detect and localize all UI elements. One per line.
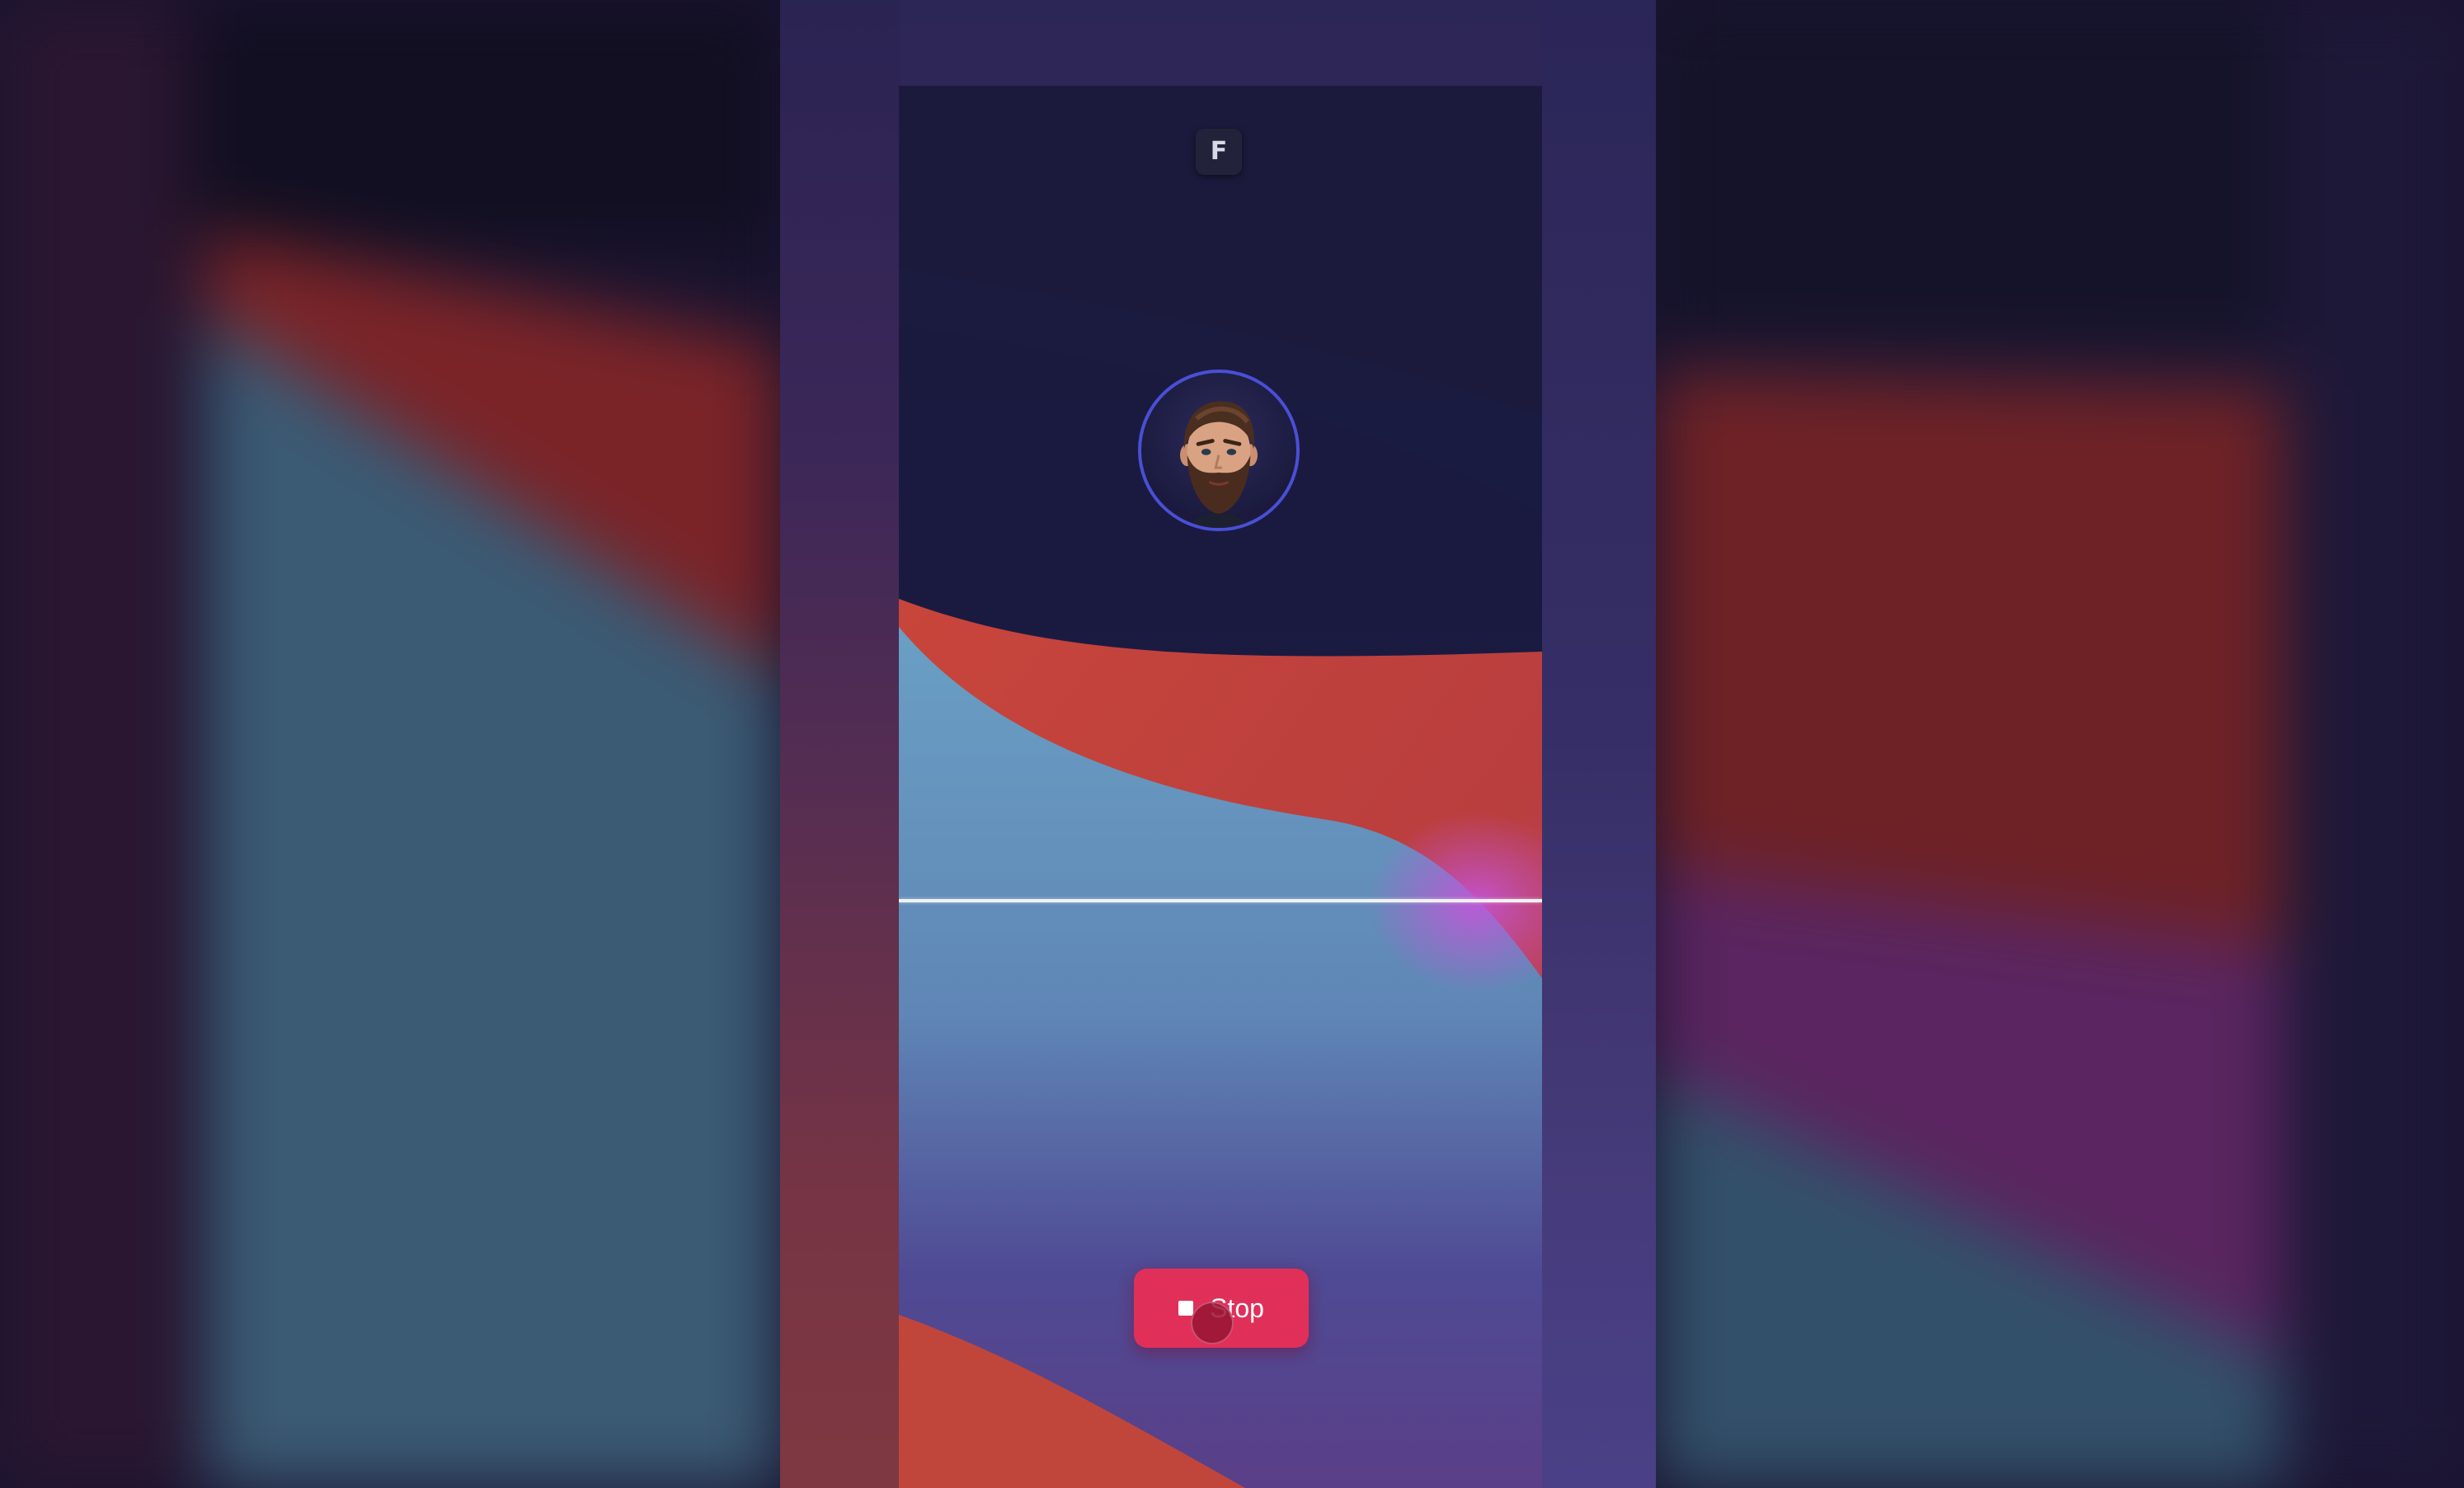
- stop-button-label: Stop: [1210, 1293, 1264, 1323]
- scan-divider-line: [899, 899, 1542, 902]
- app-logo-letter: F: [1210, 137, 1228, 166]
- bearded-man-avatar: [1138, 370, 1300, 531]
- stop-button[interactable]: Stop: [1134, 1269, 1309, 1348]
- frame-glow-right: [1540, 0, 1656, 1488]
- app-logo: F: [1196, 129, 1242, 175]
- blurred-backdrop-left: [0, 0, 780, 1488]
- phone-screen: F Stop: [899, 86, 1542, 1488]
- blurred-backdrop-right: [1656, 0, 2464, 1488]
- frame-glow-left: [780, 0, 900, 1488]
- recording-stage: F Stop: [0, 0, 2464, 1488]
- stop-square-icon: [1178, 1301, 1194, 1316]
